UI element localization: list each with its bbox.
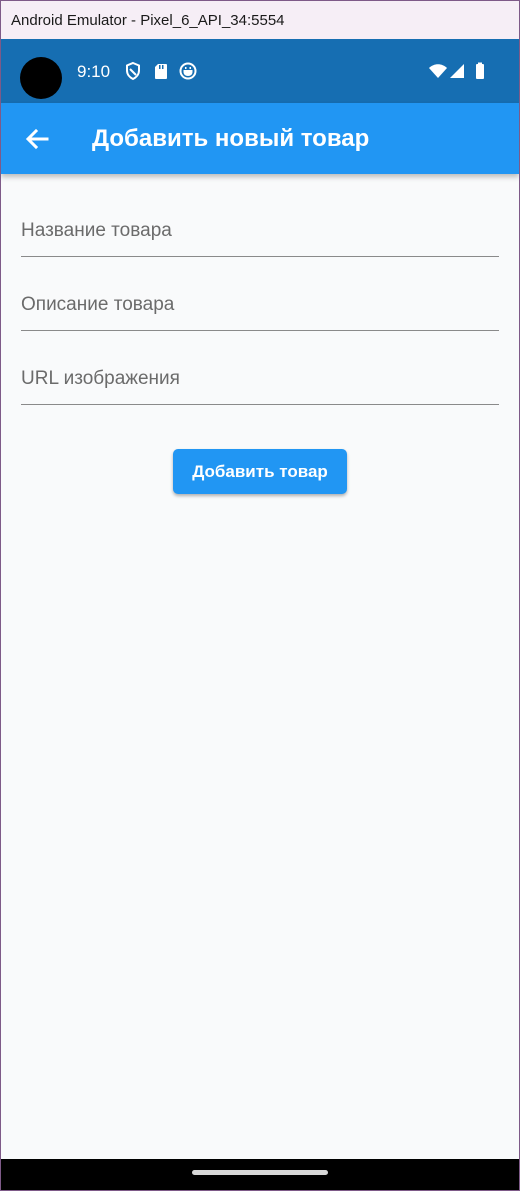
status-time: 9:10 (77, 62, 111, 81)
emulator-window: Android Emulator - Pixel_6_API_34:5554 9… (0, 0, 520, 1191)
sd-card-icon (155, 64, 167, 79)
battery-icon (476, 62, 484, 79)
product-description-field[interactable] (21, 280, 499, 331)
wifi-icon (429, 64, 447, 78)
navigation-bar (1, 1159, 519, 1190)
device-screen: 9:10 Добавить новый товар Название товар… (1, 39, 519, 1190)
image-url-input[interactable] (21, 354, 499, 404)
shield-icon (126, 61, 140, 81)
add-product-button[interactable]: Добавить товар (173, 449, 347, 494)
arrow-back-icon[interactable] (21, 123, 53, 155)
product-name-input[interactable] (21, 206, 499, 256)
window-titlebar[interactable]: Android Emulator - Pixel_6_API_34:5554 (1, 1, 519, 39)
page-title: Добавить новый товар (92, 125, 370, 152)
product-name-field[interactable] (21, 206, 499, 257)
window-title: Android Emulator - Pixel_6_API_34:5554 (11, 11, 285, 29)
camera-cutout (20, 57, 62, 99)
app-notification-icon (179, 62, 197, 80)
status-bar: 9:10 (1, 39, 519, 103)
image-url-field[interactable] (21, 354, 499, 405)
product-description-input[interactable] (21, 280, 499, 330)
gesture-handle[interactable] (192, 1170, 328, 1175)
app-bar: Добавить новый товар (1, 103, 519, 174)
signal-icon (450, 64, 464, 78)
